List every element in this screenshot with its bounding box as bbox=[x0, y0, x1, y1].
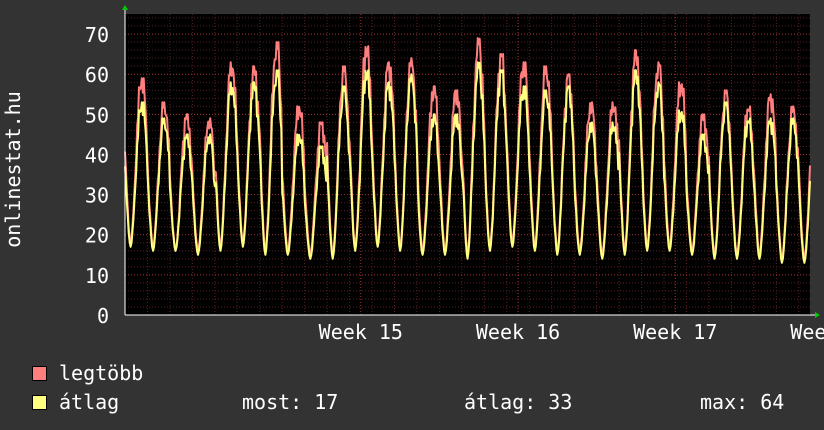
y-tick-label: 0 bbox=[97, 304, 109, 328]
legend-swatch-legtobb bbox=[32, 366, 47, 381]
chart-root: 0 10 20 30 40 50 60 70 Week 15 Week 16 Week 17 Week… bbox=[0, 0, 824, 430]
stat-label: átlag: bbox=[464, 390, 537, 414]
legend-item-legtobb: legtöbb bbox=[32, 361, 143, 385]
stat-value: 64 bbox=[760, 390, 785, 414]
stat-max: max: 64 bbox=[700, 390, 784, 414]
x-tick-label: Week 15 bbox=[319, 320, 403, 344]
y-axis-label: onlinestat.hu bbox=[1, 91, 25, 248]
stat-most: most: 17 bbox=[242, 390, 338, 414]
y-tick-label: 50 bbox=[85, 103, 109, 127]
y-tick-label: 20 bbox=[85, 224, 109, 248]
y-tick-label: 60 bbox=[85, 63, 109, 87]
y-axis-arrow-icon bbox=[122, 5, 128, 10]
y-tick-label: 30 bbox=[85, 184, 109, 208]
x-axis-arrow-icon bbox=[815, 312, 820, 318]
stat-value: 33 bbox=[548, 390, 573, 414]
line-chart: 0 10 20 30 40 50 60 70 Week 15 Week 16 Week 17 Week… bbox=[1, 5, 824, 344]
legend-label: legtöbb bbox=[59, 361, 144, 385]
y-tick-label: 10 bbox=[85, 264, 109, 288]
stat-value: 17 bbox=[314, 390, 339, 414]
x-tick-label: Week 17 bbox=[633, 320, 717, 344]
y-tick-label: 70 bbox=[85, 23, 109, 47]
y-tick-label: 40 bbox=[85, 143, 109, 167]
legend-label: átlag bbox=[59, 390, 120, 414]
x-tick-label: Week 18 bbox=[790, 320, 824, 344]
stat-label: max: bbox=[700, 390, 749, 414]
stat-atlag: átlag: 33 bbox=[464, 390, 572, 414]
legend-swatch-atlag bbox=[32, 395, 47, 410]
stat-label: most: bbox=[242, 390, 303, 414]
x-tick-label: Week 16 bbox=[476, 320, 560, 344]
legend-item-atlag: átlag most: 17 átlag: 33 max: 64 bbox=[32, 390, 822, 414]
